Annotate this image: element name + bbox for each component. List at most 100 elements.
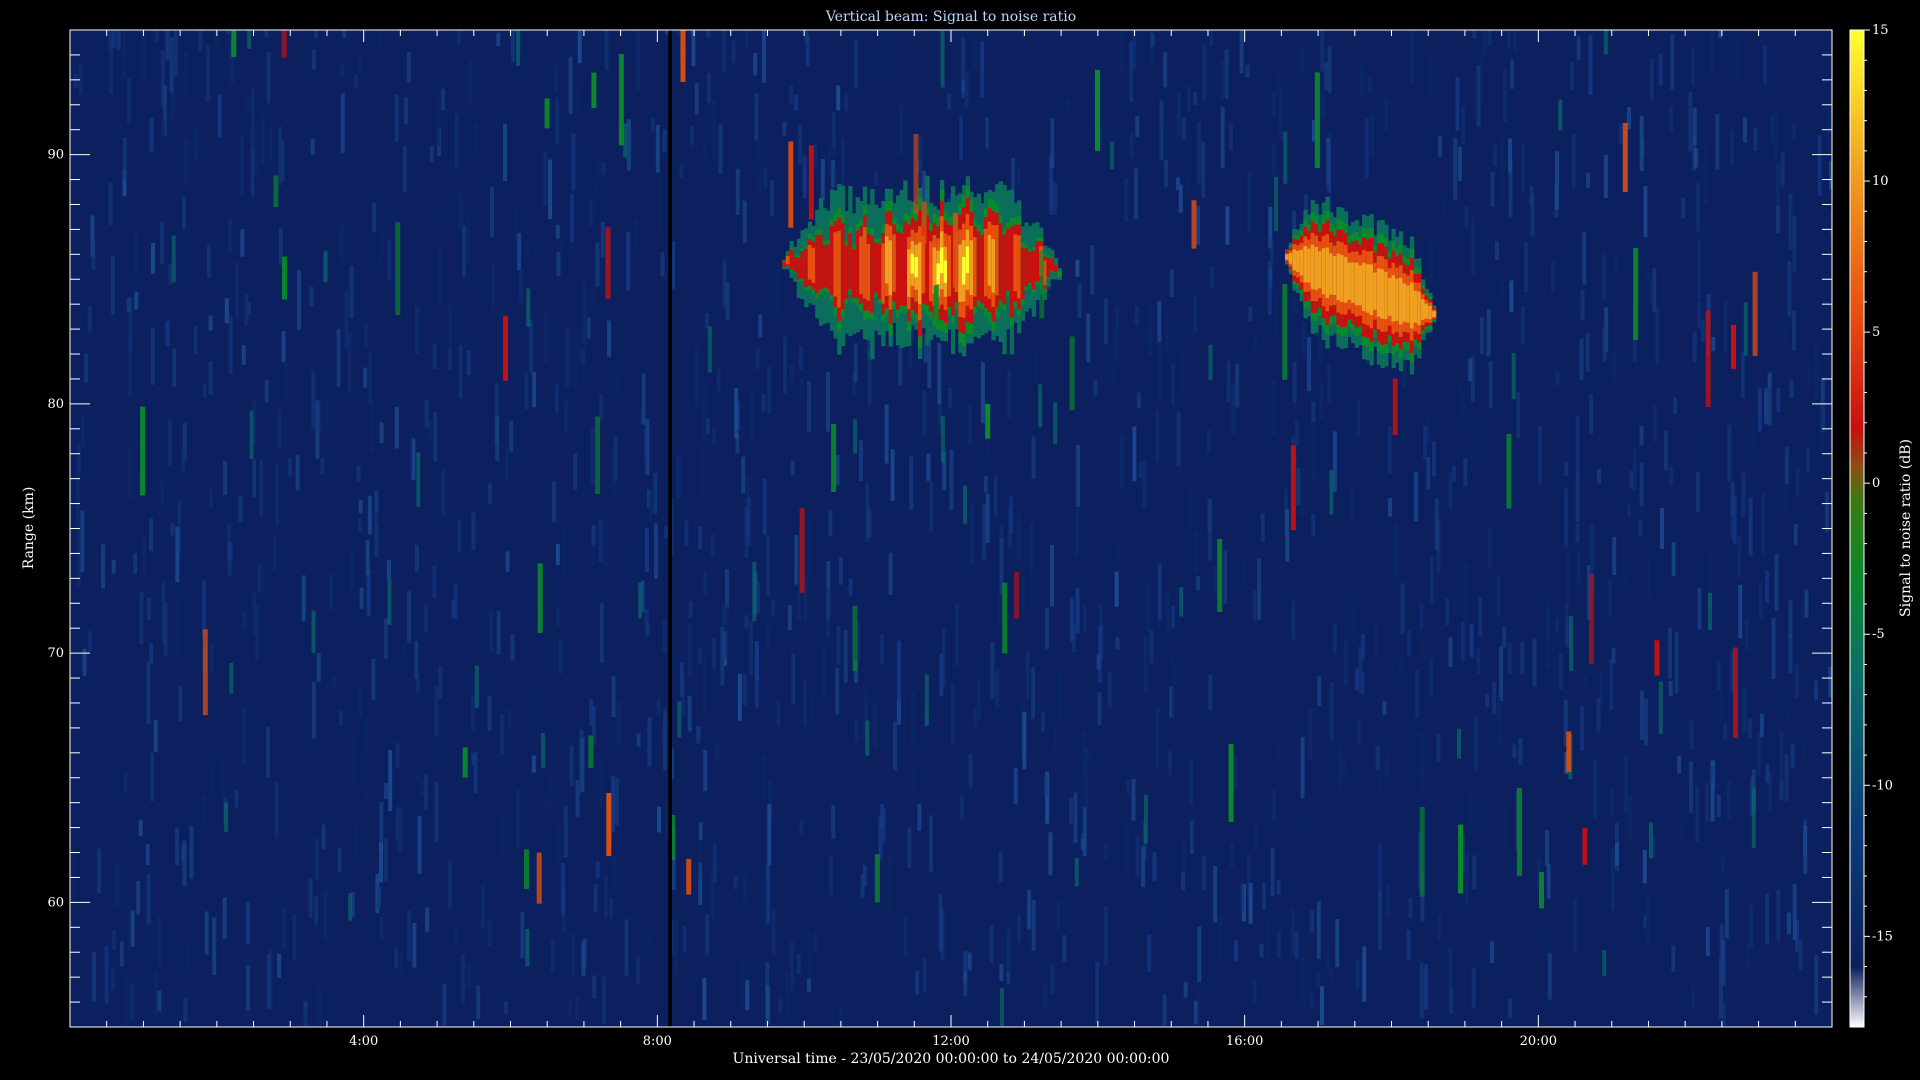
noise-streak (843, 94, 848, 112)
noise-streak (1414, 471, 1418, 521)
snr-spike (1654, 640, 1660, 676)
echo-cell (1002, 234, 1007, 305)
noise-streak (1644, 268, 1649, 284)
noise-streak (76, 477, 81, 522)
noise-streak (1218, 915, 1223, 960)
noise-streak (806, 978, 811, 992)
noise-streak (1576, 36, 1581, 60)
noise-streak (249, 410, 254, 459)
snr-spike (952, 212, 958, 288)
noise-streak (1327, 142, 1332, 194)
noise-streak (189, 826, 194, 879)
echo-cell (947, 235, 952, 297)
noise-streak (1688, 92, 1693, 152)
noise-streak (429, 145, 434, 163)
echo-cell (789, 249, 794, 270)
noise-streak (1400, 583, 1405, 634)
noise-streak (964, 71, 969, 108)
snr-spike (1282, 284, 1288, 380)
noise-streak (503, 124, 507, 181)
noise-streak (1468, 30, 1473, 46)
noise-streak (563, 805, 568, 858)
noise-streak (1461, 106, 1466, 144)
noise-streak (1555, 371, 1560, 386)
noise-streak (1472, 855, 1477, 889)
noise-streak (320, 457, 325, 475)
noise-streak (1097, 626, 1102, 683)
noise-streak (1252, 979, 1257, 1004)
noise-streak (1776, 388, 1781, 412)
noise-streak (138, 819, 143, 837)
noise-streak (929, 815, 934, 872)
noise-streak (1790, 743, 1795, 769)
noise-streak (342, 30, 347, 38)
noise-streak (348, 893, 353, 921)
noise-streak (752, 561, 757, 622)
noise-streak (1512, 30, 1517, 53)
noise-streak (274, 781, 279, 839)
noise-streak (1448, 637, 1453, 667)
noise-streak (600, 221, 605, 258)
noise-streak (651, 118, 655, 132)
x-axis-label: Universal time - 23/05/2020 00:00:00 to … (733, 1051, 1170, 1067)
noise-streak (104, 945, 109, 1004)
noise-streak (1162, 994, 1167, 1027)
noise-streak (384, 713, 389, 727)
noise-streak (1583, 675, 1588, 689)
noise-streak (1242, 562, 1247, 582)
noise-streak (1701, 319, 1706, 343)
snr-spike (202, 629, 208, 716)
noise-streak (1182, 118, 1186, 140)
noise-streak (961, 37, 966, 92)
snr-spike (395, 222, 401, 316)
noise-streak (1007, 506, 1012, 548)
noise-streak (154, 30, 159, 42)
noise-streak (657, 806, 661, 833)
snr-spike (1752, 271, 1758, 356)
echo-cell (782, 261, 787, 268)
noise-streak (309, 286, 314, 307)
noise-streak (1692, 107, 1697, 146)
noise-streak (150, 753, 155, 802)
noise-streak (80, 416, 85, 447)
noise-streak (1670, 33, 1675, 90)
snr-spike (985, 403, 991, 439)
noise-streak (1252, 590, 1257, 621)
noise-streak (222, 897, 227, 939)
noise-streak (424, 400, 429, 428)
noise-streak (315, 400, 320, 459)
noise-streak (1152, 852, 1157, 881)
noise-streak (641, 373, 646, 425)
noise-streak (1171, 364, 1176, 406)
noise-streak (1361, 633, 1366, 660)
noise-streak (277, 953, 282, 978)
noise-streak (1196, 205, 1201, 245)
echo-cell (1373, 272, 1378, 310)
noise-streak (1209, 30, 1213, 46)
noise-streak (434, 685, 439, 737)
echo-cell (1406, 285, 1411, 323)
noise-streak (1294, 420, 1299, 446)
noise-streak (1421, 639, 1425, 661)
noise-streak (510, 634, 515, 661)
echo-cell (1013, 234, 1018, 292)
noise-streak (1555, 151, 1559, 210)
noise-streak (1780, 152, 1785, 188)
noise-streak (1691, 985, 1696, 1011)
echo-cell (1362, 262, 1367, 312)
noise-streak (1773, 109, 1778, 165)
noise-streak (1271, 143, 1276, 175)
noise-streak (169, 36, 174, 93)
noise-streak (679, 164, 684, 179)
noise-streak (854, 719, 859, 743)
noise-streak (395, 743, 400, 768)
noise-streak (379, 802, 384, 853)
noise-streak (1603, 154, 1608, 198)
noise-streak (529, 319, 533, 373)
noise-streak (1719, 956, 1723, 1019)
noise-streak (968, 404, 973, 445)
noise-streak (1709, 33, 1714, 74)
noise-streak (862, 865, 867, 887)
noise-streak (272, 536, 277, 571)
noise-streak (1079, 783, 1084, 839)
